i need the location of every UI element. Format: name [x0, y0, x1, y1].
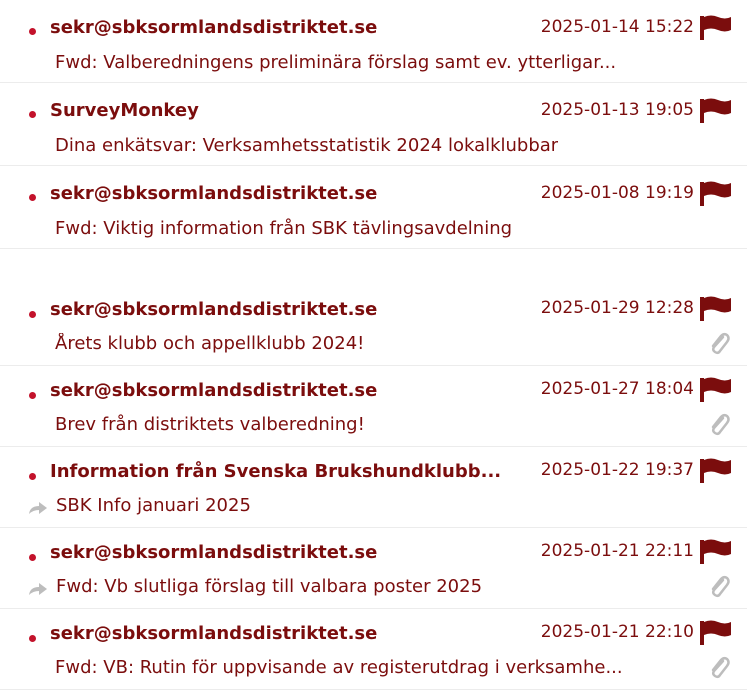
message-subject: Fwd: Viktig information från SBK tävling… — [55, 218, 513, 239]
unread-dot-icon — [29, 635, 36, 642]
flag-icon[interactable] — [699, 295, 733, 321]
message-date: 2025-01-29 12:28 — [540, 298, 694, 318]
unread-dot-icon — [29, 111, 36, 118]
message-group-flagged: sekr@sbksormlandsdistriktet.se 2025-01-1… — [0, 0, 747, 249]
paperclip-icon — [711, 332, 730, 355]
message-date: 2025-01-21 22:10 — [540, 622, 694, 642]
unread-dot-icon — [29, 554, 36, 561]
message-row[interactable]: Information från Svenska Brukshundklubb.… — [0, 447, 747, 528]
message-row[interactable]: sekr@sbksormlandsdistriktet.se 2025-01-2… — [0, 528, 747, 609]
forward-arrow-icon — [29, 502, 47, 514]
message-date: 2025-01-13 19:05 — [540, 100, 694, 120]
unread-dot-icon — [29, 473, 36, 480]
message-sender: sekr@sbksormlandsdistriktet.se — [50, 542, 378, 563]
message-subject: Årets klubb och appellklubb 2024! — [55, 333, 365, 354]
message-date: 2025-01-08 19:19 — [540, 183, 694, 203]
message-date: 2025-01-14 15:22 — [540, 17, 694, 37]
unread-dot-icon — [29, 194, 36, 201]
message-subject: SBK Info januari 2025 — [56, 495, 251, 516]
message-sender: sekr@sbksormlandsdistriktet.se — [50, 17, 378, 38]
message-sender: Information från Svenska Brukshundklubb.… — [50, 461, 502, 482]
unread-dot-icon — [29, 28, 36, 35]
message-row[interactable]: SurveyMonkey 2025-01-13 19:05 Dina enkät… — [0, 83, 747, 166]
flag-icon[interactable] — [699, 376, 733, 402]
message-subject: Brev från distriktets valberedning! — [55, 414, 365, 435]
paperclip-icon — [711, 413, 730, 436]
message-row[interactable]: sekr@sbksormlandsdistriktet.se 2025-01-2… — [0, 609, 747, 690]
message-subject: Fwd: Valberedningens preliminära förslag… — [55, 52, 617, 73]
message-subject: Dina enkätsvar: Verksamhetsstatistik 202… — [55, 135, 559, 156]
flag-icon[interactable] — [699, 457, 733, 483]
message-row[interactable]: sekr@sbksormlandsdistriktet.se 2025-01-0… — [0, 166, 747, 249]
message-subject: Fwd: Vb slutliga förslag till valbara po… — [56, 576, 483, 597]
message-date: 2025-01-21 22:11 — [540, 541, 694, 561]
message-sender: sekr@sbksormlandsdistriktet.se — [50, 380, 378, 401]
message-list: sekr@sbksormlandsdistriktet.se 2025-01-1… — [0, 0, 747, 690]
paperclip-icon — [711, 575, 730, 598]
message-date: 2025-01-22 19:37 — [540, 460, 694, 480]
unread-dot-icon — [29, 392, 36, 399]
message-row[interactable]: sekr@sbksormlandsdistriktet.se 2025-01-2… — [0, 366, 747, 447]
message-row[interactable]: sekr@sbksormlandsdistriktet.se 2025-01-2… — [0, 285, 747, 366]
message-date: 2025-01-27 18:04 — [540, 379, 694, 399]
message-sender: sekr@sbksormlandsdistriktet.se — [50, 299, 378, 320]
message-group-recent: sekr@sbksormlandsdistriktet.se 2025-01-2… — [0, 285, 747, 690]
flag-icon[interactable] — [699, 180, 733, 206]
unread-dot-icon — [29, 311, 36, 318]
paperclip-icon — [711, 656, 730, 679]
flag-icon[interactable] — [699, 97, 733, 123]
flag-icon[interactable] — [699, 14, 733, 40]
message-sender: sekr@sbksormlandsdistriktet.se — [50, 623, 378, 644]
flag-icon[interactable] — [699, 538, 733, 564]
message-sender: sekr@sbksormlandsdistriktet.se — [50, 183, 378, 204]
flag-icon[interactable] — [699, 619, 733, 645]
message-row[interactable]: sekr@sbksormlandsdistriktet.se 2025-01-1… — [0, 0, 747, 83]
message-subject: Fwd: VB: Rutin för uppvisande av registe… — [55, 657, 623, 678]
message-sender: SurveyMonkey — [50, 100, 199, 121]
forward-arrow-icon — [29, 583, 47, 595]
